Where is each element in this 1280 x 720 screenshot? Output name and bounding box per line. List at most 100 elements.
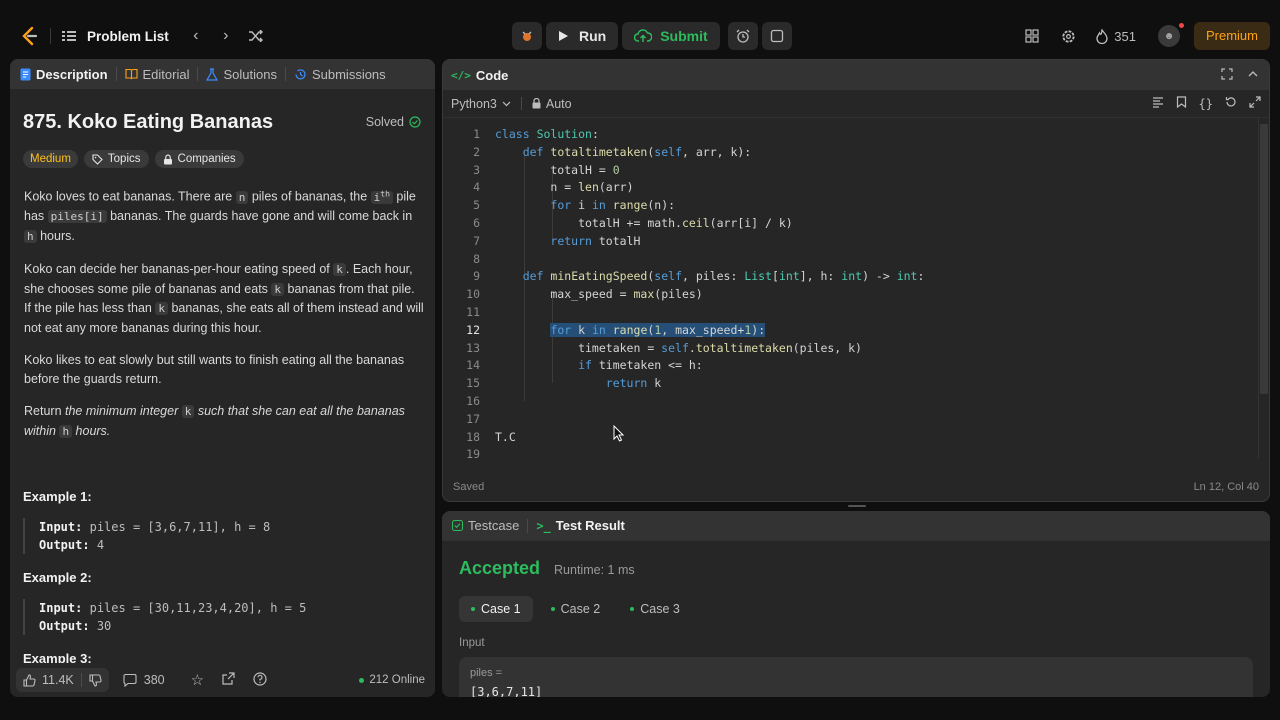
run-button[interactable]: Run (546, 22, 619, 50)
tab-solutions[interactable]: Solutions (198, 67, 284, 82)
line-number: 11 (466, 305, 480, 319)
avatar[interactable]: ☻ (1157, 23, 1184, 47)
variable-value: [3,6,7,11] (470, 685, 543, 697)
share-icon[interactable] (222, 672, 235, 688)
description-paragraph: Koko can decide her bananas-per-hour eat… (24, 262, 424, 335)
help-icon[interactable] (253, 671, 267, 689)
expand-icon[interactable] (1249, 96, 1261, 111)
companies-tag[interactable]: Companies (154, 150, 244, 168)
code-line[interactable]: 12 for k in range(1, max_speed+1): (443, 322, 1243, 340)
case-tab[interactable]: Case 3 (618, 596, 692, 622)
language-label: Python3 (451, 96, 497, 111)
streak-count: 351 (1114, 28, 1136, 44)
code-line[interactable]: 4 n = len(arr) (443, 179, 1243, 197)
verdict-row: Accepted Runtime: 1 ms (459, 558, 635, 579)
code-line[interactable]: 3 totalH = 0 (443, 162, 1243, 180)
problem-list-link[interactable]: Problem List (87, 29, 169, 44)
like-button[interactable]: 11.4K (16, 673, 81, 687)
lock-icon (532, 98, 541, 109)
line-number: 17 (466, 411, 480, 426)
line-number: 19 (466, 447, 480, 462)
auto-mode[interactable]: Auto (532, 97, 572, 111)
companies-label: Companies (177, 153, 236, 165)
dislike-button[interactable] (82, 673, 109, 687)
scrollbar-thumb[interactable] (1260, 124, 1268, 394)
list-icon[interactable] (57, 30, 81, 42)
tag-icon (92, 153, 103, 165)
bottom-action-bar: 11.4K 380 ☆ 212 Online (10, 663, 435, 697)
history-icon (295, 68, 306, 79)
code-line[interactable]: 18 T.C (443, 429, 1243, 447)
code-line[interactable]: 15 return k (443, 375, 1243, 393)
comment-icon (123, 673, 137, 687)
shuffle-icon[interactable] (241, 30, 271, 42)
examples: Example 1: Input: piles = [3,6,7,11], h … (23, 481, 423, 680)
premium-button[interactable]: Premium (1193, 22, 1270, 50)
code-text: timetaken = self.totaltimetaken(piles, k… (495, 340, 862, 355)
language-select[interactable]: Python3 (443, 97, 511, 111)
code-line[interactable]: 16 (443, 393, 1243, 411)
code-line[interactable]: 8 (443, 251, 1243, 269)
chevron-left-icon[interactable]: ‹ (181, 27, 211, 45)
resize-handle[interactable] (848, 505, 866, 507)
code-text: def totaltimetaken(self, arr, k): (522, 144, 752, 159)
code-line[interactable]: 13 timetaken = self.totaltimetaken(piles… (443, 340, 1243, 358)
scrollbar[interactable] (1258, 118, 1269, 458)
example-box: Input: piles = [3,6,7,11], h = 8 Output:… (23, 518, 423, 554)
line-number: 3 (473, 162, 480, 177)
code-line[interactable]: 10 max_speed = max(piles) (443, 286, 1243, 304)
star-icon[interactable]: ☆ (191, 671, 204, 689)
code-editor[interactable]: 1 class Solution: 2 def totaltimetaken(sel… (443, 126, 1269, 466)
tab-test-result[interactable]: >_ Test Result (528, 518, 633, 533)
input-box: piles = [3,6,7,11] (459, 657, 1253, 697)
bookmark-icon[interactable] (1176, 96, 1187, 111)
line-number: 14 (466, 358, 480, 373)
case-tab[interactable]: Case 2 (539, 596, 613, 622)
code-panel: </> Code Python3 Auto {} 1 class Solutio… (442, 59, 1270, 502)
code-line[interactable]: 14 if timetaken <= h: (443, 357, 1243, 375)
reset-icon[interactable] (1225, 96, 1237, 111)
streak-button[interactable]: 351 (1086, 28, 1146, 44)
tab-description[interactable]: Description (10, 67, 116, 82)
code-line[interactable]: 7 return totalH (443, 233, 1243, 251)
code-line[interactable]: 17 (443, 411, 1243, 429)
like-count: 11.4K (42, 673, 74, 687)
layout-grid-icon[interactable] (1014, 29, 1050, 43)
topics-tag[interactable]: Topics (83, 150, 149, 168)
maximize-icon[interactable] (1221, 67, 1233, 83)
test-panel: Testcase >_ Test Result Accepted Runtime… (442, 511, 1270, 697)
tab-submissions[interactable]: Submissions (286, 67, 394, 82)
code-line[interactable]: 6 totalH += math.ceil(arr[i] / k) (443, 215, 1243, 233)
code-line[interactable]: 11 (443, 304, 1243, 322)
gear-icon[interactable] (1050, 29, 1086, 44)
comments-button[interactable]: 380 (123, 673, 165, 687)
variable-name: piles = (470, 667, 503, 679)
like-dislike-group: 11.4K (16, 668, 109, 692)
chevron-right-icon[interactable]: › (211, 27, 241, 45)
description-panel: Description Editorial Solutions Submissi… (10, 59, 435, 697)
code-line[interactable]: 19 (443, 446, 1243, 464)
format-icon[interactable] (1152, 96, 1164, 111)
code-line[interactable]: 2 def totaltimetaken(self, arr, k): (443, 144, 1243, 162)
code-line[interactable]: 5 for i in range(n): (443, 197, 1243, 215)
tab-testcase[interactable]: Testcase (442, 518, 527, 533)
case-tab[interactable]: Case 1 (459, 596, 533, 622)
pass-dot (550, 607, 555, 611)
description-paragraph: Koko likes to eat slowly but still wants… (24, 353, 405, 386)
code-line[interactable]: 1 class Solution: (443, 126, 1243, 144)
online-count: 212 Online (369, 674, 425, 686)
verdict-label: Accepted (459, 558, 541, 578)
leetcode-logo-icon[interactable] (14, 21, 44, 51)
submit-button[interactable]: Submit (622, 22, 720, 50)
code-line[interactable]: 9 def minEatingSpeed(self, piles: List[i… (443, 268, 1243, 286)
braces-icon[interactable]: {} (1199, 97, 1213, 111)
line-number: 1 (473, 127, 480, 141)
notes-button[interactable] (761, 22, 792, 50)
chevron-down-icon (502, 101, 511, 106)
solved-label: Solved (365, 115, 404, 129)
tab-editorial[interactable]: Editorial (117, 67, 198, 82)
line-number: 5 (473, 198, 480, 213)
alarm-button[interactable] (727, 22, 758, 50)
debug-button[interactable] (512, 22, 542, 50)
collapse-icon[interactable] (1247, 68, 1259, 83)
